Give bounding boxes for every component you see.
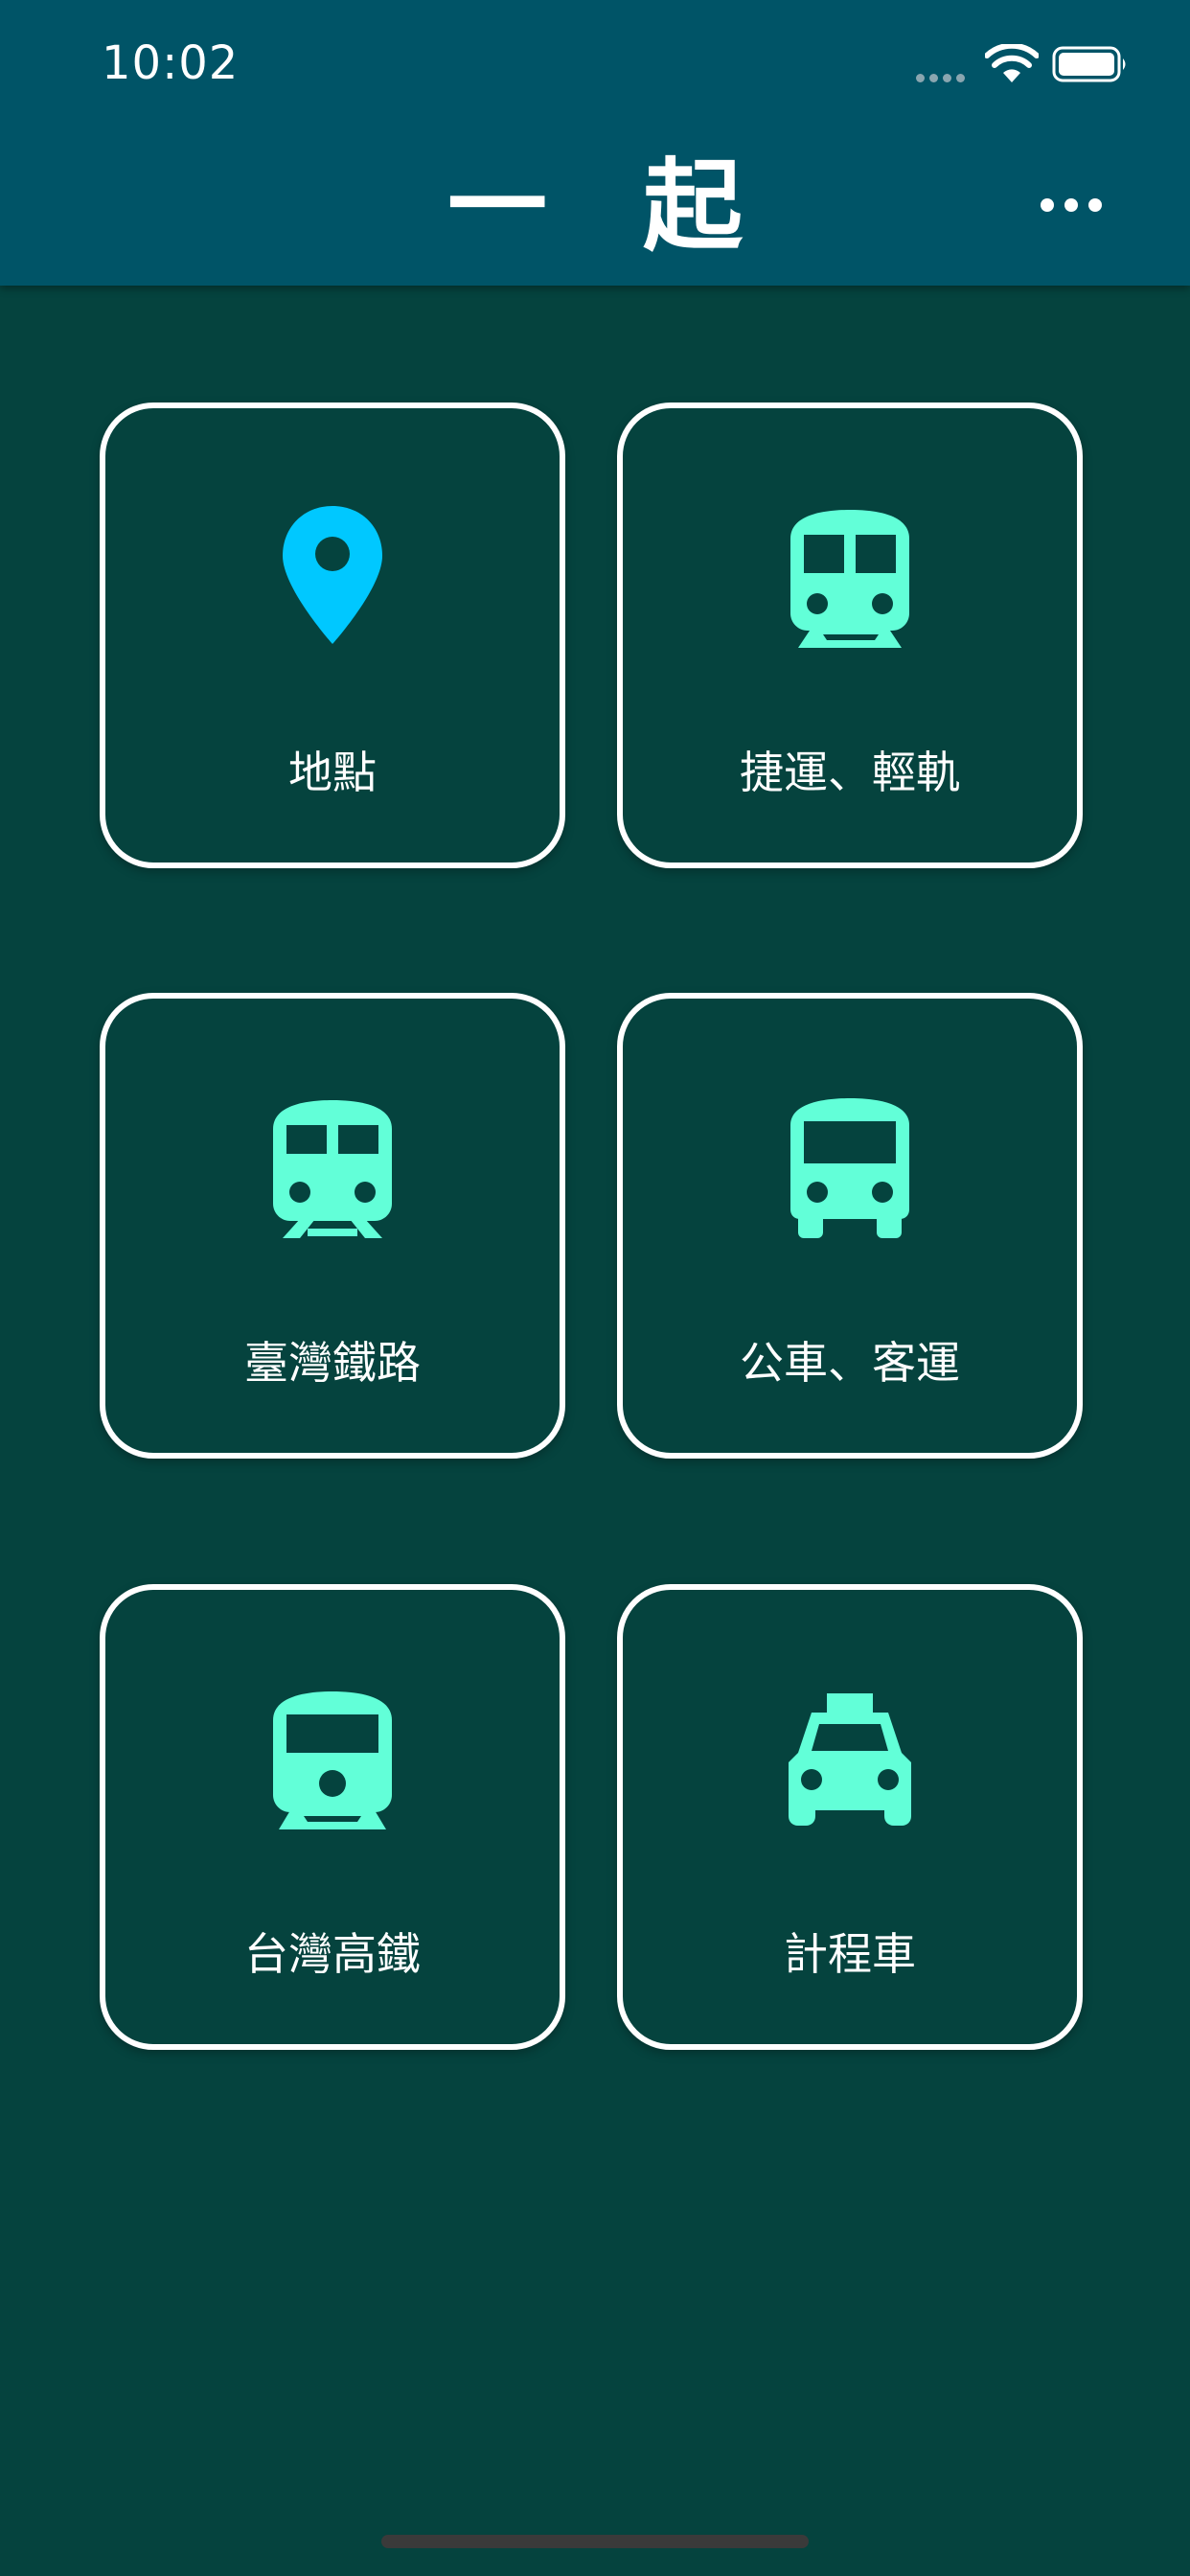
card-taiwan-railway[interactable]: 臺灣鐵路 <box>100 993 565 1459</box>
home-indicator[interactable] <box>381 2535 809 2548</box>
card-bus-label: 公車、客運 <box>740 1337 960 1389</box>
card-high-speed-rail-label: 台灣高鐵 <box>244 1928 421 1980</box>
metro-icon <box>783 500 917 654</box>
cellular-signal-icon <box>916 71 970 84</box>
card-metro-label: 捷運、輕軌 <box>740 747 960 798</box>
train-icon <box>265 1091 400 1244</box>
high-speed-rail-icon <box>265 1682 400 1835</box>
battery-icon <box>1052 46 1129 82</box>
wifi-icon <box>984 42 1040 84</box>
more-options-button[interactable] <box>1041 192 1110 220</box>
header-bar: 10:02 一起 <box>0 0 1190 286</box>
card-location-label: 地點 <box>288 747 377 798</box>
status-time: 10:02 <box>102 36 240 90</box>
location-pin-icon <box>265 500 400 654</box>
card-taxi[interactable]: 計程車 <box>617 1584 1083 2050</box>
bus-icon <box>783 1091 917 1244</box>
card-metro[interactable]: 捷運、輕軌 <box>617 402 1083 868</box>
app-title: 一起 <box>446 148 838 264</box>
card-high-speed-rail[interactable]: 台灣高鐵 <box>100 1584 565 2050</box>
card-location[interactable]: 地點 <box>100 402 565 868</box>
card-bus[interactable]: 公車、客運 <box>617 993 1083 1459</box>
card-taxi-label: 計程車 <box>784 1928 916 1980</box>
taxi-icon <box>783 1682 917 1835</box>
card-taiwan-railway-label: 臺灣鐵路 <box>244 1337 421 1389</box>
